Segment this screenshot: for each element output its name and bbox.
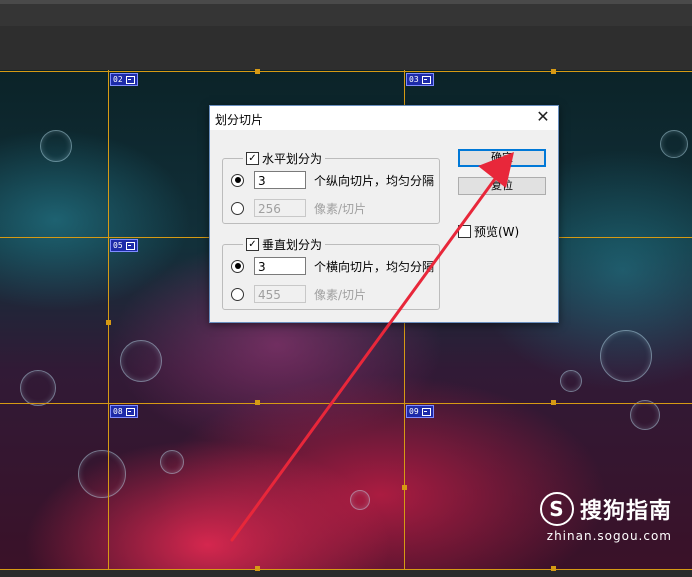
annotation-arrow — [230, 152, 514, 542]
arrow-shaft — [230, 170, 502, 542]
watermark-brand: S 搜狗指南 — [539, 492, 672, 526]
arrow-head — [478, 152, 514, 188]
watermark-brand-text: 搜狗指南 — [579, 499, 672, 524]
watermark-url: zhinan.sogou.com — [546, 529, 672, 543]
sogou-logo-icon: S — [539, 492, 574, 526]
sogou-watermark: S 搜狗指南 zhinan.sogou.com — [539, 492, 672, 543]
